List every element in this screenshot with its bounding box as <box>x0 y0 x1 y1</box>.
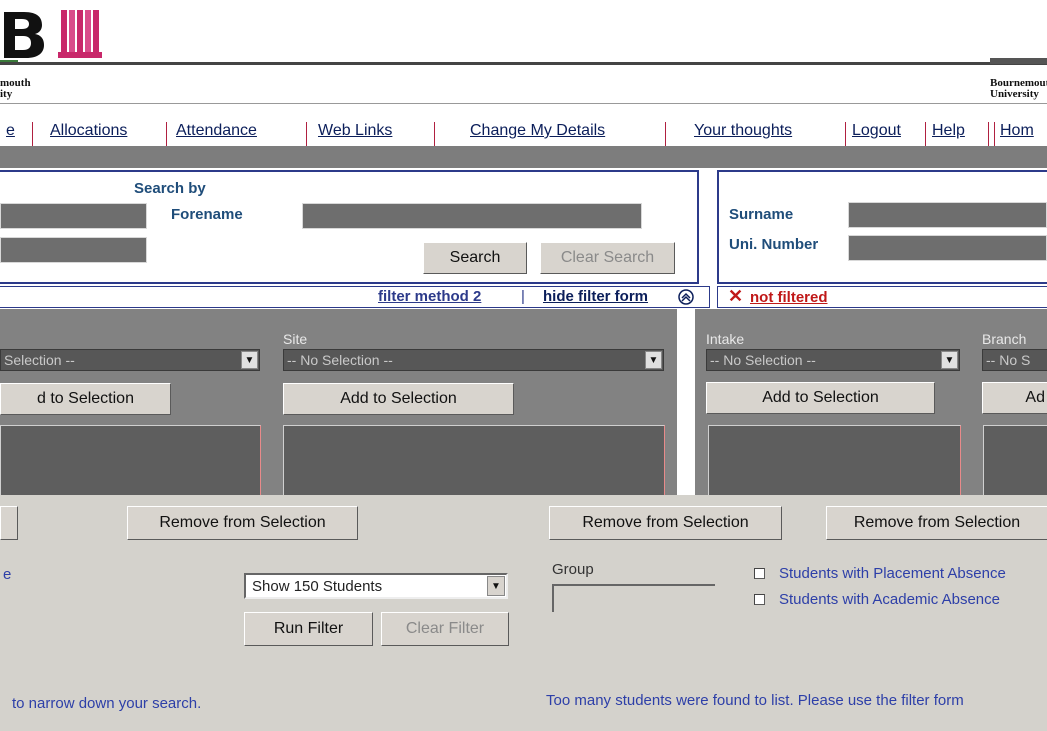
dropdown-arrow-icon: ▼ <box>645 351 662 369</box>
intake-select-value: -- No Selection -- <box>710 352 816 368</box>
branch-add-to-selection-button[interactable]: Ad <box>982 382 1047 414</box>
filter-bar-separator: | <box>521 288 525 305</box>
search-by-label: Search by <box>134 180 206 197</box>
remove-from-selection-col1-button[interactable] <box>0 506 18 540</box>
filter-select-col1[interactable]: Selection -- ▼ <box>0 349 260 371</box>
intake-label: Intake <box>706 331 745 347</box>
nav-separator <box>32 122 33 146</box>
nav-item-your-thoughts[interactable]: Your thoughts <box>694 122 792 140</box>
intake-remove-from-selection-button[interactable]: Remove from Selection <box>549 506 782 540</box>
site-select[interactable]: -- No Selection -- ▼ <box>283 349 664 371</box>
nav-separator <box>925 122 926 146</box>
search-field-partial-bottom[interactable] <box>0 237 147 263</box>
site-remove-from-selection-button[interactable]: Remove from Selection <box>127 506 358 540</box>
dropdown-arrow-icon: ▼ <box>941 351 958 369</box>
nav-item-web-links[interactable]: Web Links <box>318 122 392 140</box>
filter-method-link[interactable]: filter method 2 <box>378 288 481 305</box>
dropdown-arrow-icon: ▼ <box>487 576 505 596</box>
intake-add-to-selection-button[interactable]: Add to Selection <box>706 382 935 414</box>
forename-input[interactable] <box>302 203 642 229</box>
options-left-partial-link[interactable]: e <box>3 566 11 583</box>
not-filtered-x-icon: ✕ <box>728 286 744 306</box>
intake-select[interactable]: -- No Selection -- ▼ <box>706 349 960 371</box>
nav-separator <box>434 122 435 146</box>
institution-name-left: mouth ity <box>0 77 31 100</box>
too-many-students-message: Too many students were found to list. Pl… <box>546 692 964 709</box>
filter-select-col1-value: Selection -- <box>4 352 75 368</box>
branch-add-to-selection-label: Ad <box>1025 389 1045 406</box>
site-selection-list[interactable] <box>283 425 665 497</box>
show-students-select[interactable]: Show 150 Students ▼ <box>244 573 508 599</box>
placement-absence-checkbox[interactable] <box>754 568 765 579</box>
search-field-partial-top[interactable] <box>0 203 147 229</box>
filter-status-text: not filtered <box>750 289 828 306</box>
nav-separator <box>994 122 995 146</box>
site-add-to-selection-button[interactable]: Add to Selection <box>283 383 514 415</box>
nav-separator <box>845 122 846 146</box>
nav-separator <box>988 122 989 146</box>
institution-name-right: Bournemouth University <box>990 77 1047 100</box>
branch-selection-list[interactable] <box>983 425 1047 497</box>
nav-separator <box>665 122 666 146</box>
academic-absence-label: Students with Academic Absence <box>779 591 1000 608</box>
intake-selection-list[interactable] <box>708 425 961 497</box>
clear-filter-button[interactable]: Clear Filter <box>381 612 509 646</box>
add-to-selection-col1-button[interactable]: d to Selection <box>0 383 171 415</box>
filter-area-divider <box>677 309 695 495</box>
header-rule-right-accent <box>990 58 1047 64</box>
show-students-select-value: Show 150 Students <box>252 578 383 595</box>
header-rule <box>0 62 1047 65</box>
nav-band <box>0 146 1047 168</box>
uni-number-input[interactable] <box>848 235 1047 261</box>
nav-item-attendance[interactable]: Attendance <box>176 122 257 140</box>
placement-absence-label: Students with Placement Absence <box>779 565 1006 582</box>
surname-input[interactable] <box>848 202 1047 228</box>
nav-item-logout[interactable]: Logout <box>852 122 901 140</box>
branch-select-value: -- No S <box>986 352 1031 368</box>
branch-select[interactable]: -- No S <box>982 349 1047 371</box>
dropdown-arrow-icon: ▼ <box>241 351 258 369</box>
run-filter-button[interactable]: Run Filter <box>244 612 373 646</box>
site-label: Site <box>283 331 308 347</box>
header-rule-bottom <box>0 103 1047 104</box>
clear-search-button[interactable]: Clear Search <box>540 242 675 274</box>
search-button[interactable]: Search <box>423 242 527 274</box>
selection-list-col1[interactable] <box>0 425 261 497</box>
branch-label: Branch <box>982 331 1027 347</box>
nav-item-change-my-details[interactable]: Change My Details <box>470 122 605 140</box>
nav-item-allocations[interactable]: Allocations <box>50 122 127 140</box>
group-input[interactable] <box>552 584 715 612</box>
group-label: Group <box>552 561 594 578</box>
surname-label: Surname <box>729 206 794 223</box>
site-select-value: -- No Selection -- <box>287 352 393 368</box>
forename-label: Forename <box>171 206 243 223</box>
branch-remove-from-selection-button[interactable]: Remove from Selection <box>826 506 1047 540</box>
nav-separator <box>166 122 167 146</box>
narrow-search-message: to narrow down your search. <box>12 695 202 712</box>
nav-separator <box>306 122 307 146</box>
nav-item-home-partial[interactable]: e <box>6 122 15 140</box>
nav-item-help[interactable]: Help <box>932 122 965 140</box>
collapse-up-icon[interactable] <box>678 289 694 305</box>
uni-number-label: Uni. Number <box>729 236 819 253</box>
hide-filter-form-link[interactable]: hide filter form <box>543 288 648 305</box>
nav-item-home[interactable]: Hom <box>1000 122 1034 140</box>
academic-absence-checkbox[interactable] <box>754 594 765 605</box>
